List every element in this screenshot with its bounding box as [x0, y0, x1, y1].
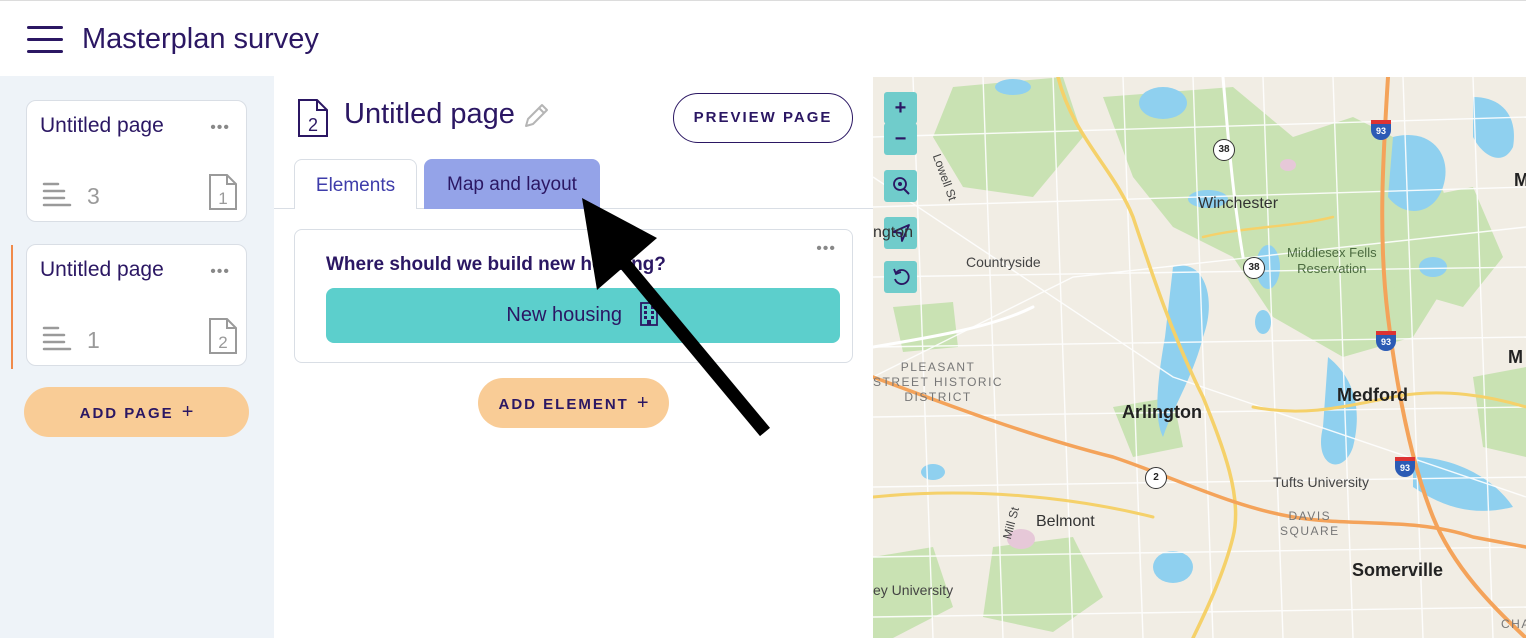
- page-number-text: 1: [218, 189, 227, 208]
- map-label-edge-cha: CHA: [1501, 617, 1526, 631]
- page-card-1[interactable]: Untitled page ••• 3 1: [26, 100, 247, 222]
- add-element-label: ADD ELEMENT: [498, 396, 629, 413]
- search-location-icon: [892, 177, 910, 195]
- question-text: Where should we build new housing?: [326, 254, 666, 275]
- page-number-text: 2: [308, 115, 318, 135]
- elements-list-icon: [42, 182, 72, 207]
- map-label-edge-m: M: [1514, 170, 1526, 190]
- new-housing-button[interactable]: New housing: [326, 288, 840, 343]
- elements-list-icon: [42, 326, 72, 351]
- element-count: 3: [87, 183, 100, 209]
- map-label-tufts: Tufts University: [1273, 474, 1369, 490]
- app-title: Masterplan survey: [82, 23, 319, 55]
- question-element-card[interactable]: ••• Where should we build new housing? N…: [294, 229, 853, 363]
- interstate-shield: 93: [1395, 457, 1415, 477]
- zoom-out-button[interactable]: −: [884, 123, 917, 155]
- new-housing-label: New housing: [506, 304, 623, 326]
- page-card-title: Untitled page: [40, 258, 164, 281]
- add-element-button[interactable]: ADD ELEMENT +: [478, 378, 669, 428]
- building-icon: [639, 301, 658, 326]
- map-label-arlington: Arlington: [1122, 402, 1202, 422]
- add-page-button[interactable]: ADD PAGE +: [24, 387, 249, 437]
- page-card-title: Untitled page: [40, 114, 164, 137]
- interstate-shield: 93: [1376, 331, 1396, 351]
- map-label-ngton: ngton: [873, 224, 914, 241]
- map-label-winchester: Winchester: [1198, 195, 1279, 212]
- page-title: Untitled page: [344, 98, 515, 130]
- map-label-somerville: Somerville: [1352, 560, 1444, 580]
- preview-page-button[interactable]: PREVIEW PAGE: [673, 93, 853, 143]
- reset-icon: [892, 268, 910, 285]
- map-label-medford: Medford: [1337, 385, 1408, 405]
- plus-icon: +: [181, 401, 194, 423]
- map-label-ey-university: ey University: [873, 582, 954, 598]
- more-options-icon[interactable]: •••: [210, 119, 230, 137]
- map-view[interactable]: + − Arlington Medford Somerville Winches…: [873, 77, 1526, 638]
- map-label-davis-square: DAVIS SQUARE: [1280, 509, 1340, 538]
- zoom-to-location-button[interactable]: [884, 170, 917, 202]
- plus-icon: +: [636, 392, 649, 414]
- route-shield: 38: [1243, 257, 1265, 279]
- map-label-edge-m: M: [1508, 347, 1523, 367]
- map-label-belmont: Belmont: [1036, 513, 1095, 530]
- page-card-2[interactable]: Untitled page ••• 1 2: [26, 244, 247, 366]
- map-base-layer: [873, 77, 1526, 638]
- page-number-icon: 2: [209, 318, 237, 354]
- tab-map-and-layout[interactable]: Map and layout: [424, 159, 600, 209]
- app-header: Masterplan survey: [0, 0, 1526, 76]
- element-count: 1: [87, 327, 100, 353]
- map-label-countryside: Countryside: [966, 254, 1041, 270]
- page-number-text: 2: [218, 333, 227, 352]
- hamburger-menu-icon[interactable]: [27, 25, 63, 55]
- interstate-shield: 93: [1371, 120, 1391, 140]
- zoom-in-button[interactable]: +: [884, 92, 917, 124]
- add-page-label: ADD PAGE: [79, 405, 174, 422]
- active-page-marker: [11, 245, 13, 369]
- route-shield: 38: [1213, 139, 1235, 161]
- page-number-icon: 2: [298, 99, 328, 137]
- map-label-middlesex-fells: Middlesex Fells Reservation: [1287, 245, 1377, 276]
- route-shield: 2: [1145, 467, 1167, 489]
- reset-view-button[interactable]: [884, 261, 917, 293]
- map-label-pleasant-street: PLEASANT STREET HISTORIC DISTRICT: [873, 360, 1004, 404]
- page-number-icon: 1: [209, 174, 237, 210]
- tab-elements[interactable]: Elements: [294, 159, 417, 209]
- pencil-edit-icon[interactable]: [521, 101, 551, 131]
- more-options-icon[interactable]: •••: [816, 240, 836, 258]
- more-options-icon[interactable]: •••: [210, 263, 230, 281]
